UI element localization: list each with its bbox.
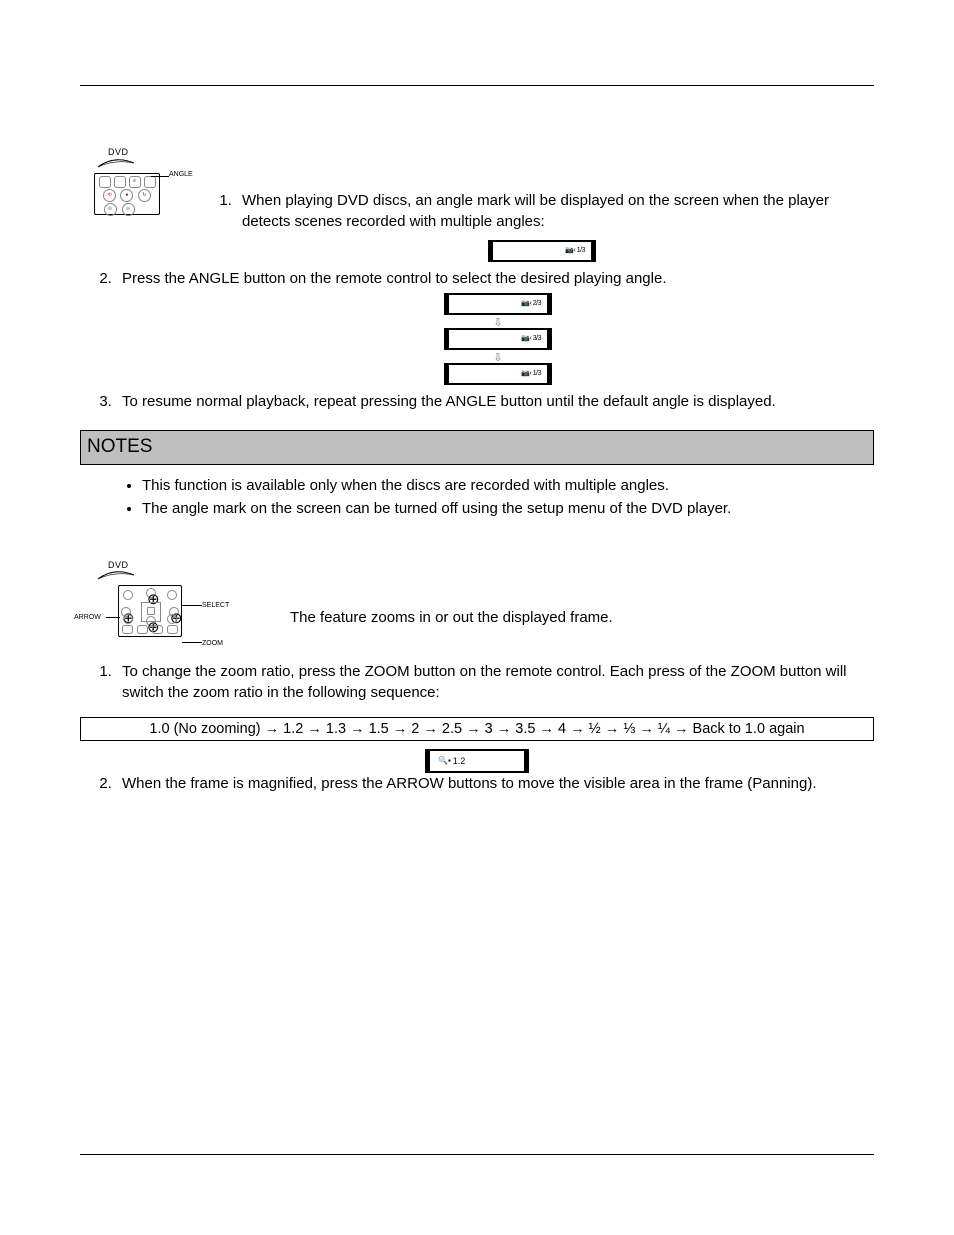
zoom-step-2: When the frame is magnified, press the A… — [116, 773, 874, 794]
remote-angle-box: ANGLE ⊕ ⟲ ● ↻ ⊕ ⊕ — [94, 173, 160, 215]
angle-step-3-text: To resume normal playback, repeat pressi… — [122, 393, 776, 410]
zoom-callout-line — [182, 642, 202, 643]
angle-step-1-block: When playing DVD discs, an angle mark wi… — [210, 146, 874, 268]
remote-circ-icon: ● — [120, 189, 133, 202]
remote-zoom-cluster: ARROW SELECT ZOOM ⊕ ⊕ ⊕ ⊕ — [118, 585, 238, 637]
remote-illustration-zoom: DVD ARROW SELECT ZOOM ⊕ ⊕ ⊕ — [80, 559, 290, 638]
remote-illustration-angle: DVD ANGLE ⊕ ⟲ ● ↻ — [80, 146, 210, 215]
camera-angle-icon: 📷‹ 2/3 — [521, 299, 541, 309]
select-callout-label: SELECT — [202, 601, 229, 611]
page-container: DVD ANGLE ⊕ ⟲ ● ↻ — [0, 0, 954, 1235]
dpad-up-btn: ⊕ — [146, 588, 156, 598]
notes-bullet-1: This function is available only when the… — [142, 475, 874, 496]
remote-bottom-btn — [137, 625, 148, 634]
osd-angle-indicator: 📷‹ 3/3 — [444, 328, 552, 350]
zoom-intro-block: The feature zooms in or out the displaye… — [290, 559, 874, 643]
angle-section-row: DVD ANGLE ⊕ ⟲ ● ↻ — [80, 146, 874, 268]
down-arrow-icon: ⇩ — [122, 354, 874, 362]
remote-dpad-box: ⊕ ⊕ ⊕ ⊕ — [118, 585, 182, 637]
remote-btn — [99, 176, 111, 188]
osd-angle-indicator: 📷‹ 1/3 — [444, 363, 552, 385]
remote-bottom-btn — [152, 625, 163, 634]
osd-angle-indicator: 📷‹ 1/3 — [488, 240, 596, 262]
zoom-steps: To change the zoom ratio, press the ZOOM… — [80, 661, 874, 703]
zoom-value: 1.2 — [453, 755, 466, 768]
zoom-sequence-box: 1.0 (No zooming) → 1.2 → 1.3 → 1.5 → 2 →… — [80, 717, 874, 741]
zoom-section-row: DVD ARROW SELECT ZOOM ⊕ ⊕ ⊕ — [80, 559, 874, 643]
zoom-intro-text: The feature zooms in or out the displaye… — [290, 607, 874, 628]
zoom-step-1-text: To change the zoom ratio, press the ZOOM… — [122, 663, 847, 701]
down-arrow-icon: ⇩ — [122, 319, 874, 327]
magnifier-icon: 🔍▪ — [438, 755, 451, 766]
zoom-step-2-text: When the frame is magnified, press the A… — [122, 775, 817, 792]
dpad-corner-btn — [167, 590, 177, 600]
zoom-steps-cont: When the frame is magnified, press the A… — [80, 773, 874, 794]
dvd-swoosh-icon — [96, 571, 136, 581]
dpad-corner-btn — [123, 590, 133, 600]
remote-circ-icon: ⟲ — [103, 189, 116, 202]
notes-heading: NOTES — [87, 436, 152, 457]
notes-heading-bar: NOTES — [80, 430, 874, 465]
angle-callout-label: ANGLE — [169, 170, 193, 180]
zoom-callout-label: ZOOM — [202, 639, 223, 649]
camera-angle-icon: 📷‹ 3/3 — [521, 334, 541, 344]
select-callout-line — [182, 605, 202, 606]
angle-callout-line — [151, 176, 169, 177]
remote-circ-icon: ↻ — [138, 189, 151, 202]
camera-angle-icon: 📷‹ 1/3 — [521, 369, 541, 379]
angle-step-2-text: Press the ANGLE button on the remote con… — [122, 270, 667, 287]
angle-steps-cont: Press the ANGLE button on the remote con… — [80, 268, 874, 412]
remote-circ-icon — [140, 203, 151, 214]
arrow-callout-label: ARROW — [74, 613, 101, 623]
angle-step-1: When playing DVD discs, an angle mark wi… — [236, 190, 874, 232]
top-rule — [80, 85, 874, 86]
dvd-label: DVD — [108, 559, 290, 572]
remote-btn — [114, 176, 126, 188]
zoom-sequence-text: 1.0 (No zooming) → 1.2 → 1.3 → 1.5 → 2 →… — [149, 721, 804, 737]
remote-bottom-btn — [167, 625, 178, 634]
remote-circ-icon: ⊕ — [104, 203, 117, 216]
osd-angle-indicator: 📷‹ 2/3 — [444, 293, 552, 315]
camera-angle-icon: 📷‹ 1/3 — [565, 246, 585, 256]
remote-circ-icon: ⊕ — [122, 203, 135, 216]
dpad-select-btn — [147, 607, 155, 615]
dvd-swoosh-icon — [96, 159, 136, 169]
osd-stack: 📷‹ 2/3 ⇩ 📷‹ 3/3 ⇩ 📷‹ 1/3 — [122, 293, 874, 385]
remote-btn — [144, 176, 156, 188]
notes-list: This function is available only when the… — [80, 475, 874, 519]
bottom-rule — [80, 1154, 874, 1155]
angle-step-3: To resume normal playback, repeat pressi… — [116, 391, 874, 412]
remote-btn: ⊕ — [129, 176, 141, 188]
angle-step-1-text: When playing DVD discs, an angle mark wi… — [242, 192, 829, 230]
angle-step-2: Press the ANGLE button on the remote con… — [116, 268, 874, 385]
dvd-label: DVD — [108, 146, 210, 159]
osd-zoom-indicator: 🔍▪ 1.2 — [425, 749, 529, 773]
remote-bottom-btn — [122, 625, 133, 634]
zoom-step-1: To change the zoom ratio, press the ZOOM… — [116, 661, 874, 703]
notes-bullet-2: The angle mark on the screen can be turn… — [142, 498, 874, 519]
